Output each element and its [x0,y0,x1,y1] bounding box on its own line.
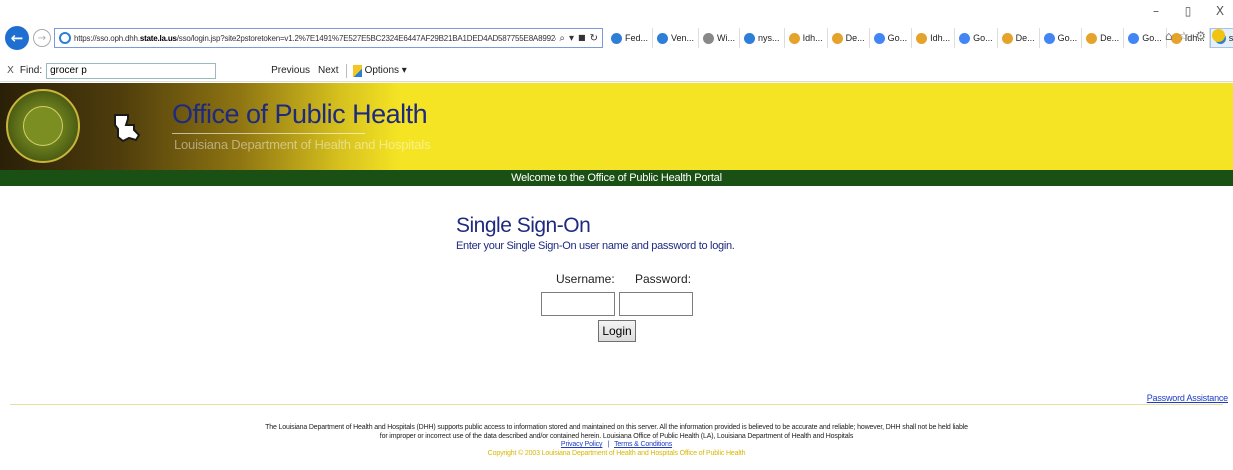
tab-label: Go... [973,33,993,43]
find-input[interactable] [46,62,217,79]
tab-favicon-icon [744,32,756,44]
welcome-text: Welcome to the Office of Public Health P… [511,172,722,184]
tab-label: De... [1015,33,1035,43]
feedback-smiley-icon[interactable] [1212,29,1225,42]
footer-link-separator: | [607,441,610,448]
tab-favicon-icon [611,32,622,44]
browser-tab[interactable]: nys... [740,28,785,48]
address-bar-row: ← → https://sso.oph.dhh.state.la.us/sso/… [0,24,1233,58]
settings-icon[interactable]: ⚙ [1195,29,1206,43]
back-arrow-icon: ← [10,29,24,47]
tab-favicon-icon [873,32,885,44]
tab-favicon-icon [703,32,715,44]
forward-arrow-icon: → [37,32,47,44]
browser-tab[interactable]: Ven... [653,28,700,48]
footer-disclaimer-line2: for improper or incorrect use of the dat… [379,432,854,440]
louisiana-state-icon [114,114,141,143]
search-icon[interactable]: ⌕ [559,33,565,44]
login-instructions: Enter your Single Sign-On user name and … [456,240,735,252]
browser-tab[interactable]: Fed... [607,28,654,48]
site-title: Office of Public Health [172,99,428,129]
tab-favicon-icon [1086,32,1098,44]
footer-disclaimer-line1: The Louisiana Department of Health and H… [265,424,968,431]
privacy-policy-link[interactable]: Privacy Policy [561,441,603,448]
browser-toolbar-icons: ⌂ ☆ ⚙ [1165,29,1225,43]
terms-conditions-link[interactable]: Terms & Conditions [614,441,672,448]
minimize-button[interactable]: – [1149,4,1163,18]
find-label: Find: [19,65,43,76]
tab-favicon-icon [1128,32,1140,44]
footer-copyright: Copyright © 2003 Louisiana Department of… [487,449,746,457]
username-label: Username: [556,272,615,286]
find-options-button[interactable]: Options ▾ [352,64,407,77]
title-underline [172,133,365,134]
tab-label: nys... [758,33,780,43]
tab-label: Go... [1057,33,1078,43]
home-icon[interactable]: ⌂ [1165,29,1173,43]
tab-favicon-icon [788,32,800,44]
tab-favicon-icon [959,32,971,44]
find-previous-button[interactable]: Previous [271,65,310,76]
restore-button[interactable]: ▯ [1181,4,1195,18]
refresh-icon[interactable]: ↻ [590,33,598,44]
window-controls: – ▯ X [1149,4,1227,18]
tab-label: s... [1228,33,1233,43]
welcome-bar: Welcome to the Office of Public Health P… [0,170,1233,186]
footer-links: Privacy Policy | Terms & Conditions [0,441,1233,450]
tab-label: De... [845,33,865,43]
oph-seal-logo [6,89,80,163]
favorites-icon[interactable]: ☆ [1178,29,1189,43]
browser-tab[interactable]: Idh... [912,28,956,48]
tab-favicon-icon [831,32,843,44]
site-banner: Office of Public Health Louisiana Depart… [0,83,1233,170]
tab-favicon-icon [1043,32,1055,44]
site-favicon-icon [59,32,71,44]
find-next-button[interactable]: Next [318,65,339,76]
browser-tab[interactable]: Go... [1124,28,1167,48]
forward-button[interactable]: → [33,29,51,47]
address-bar-tools: ⌕ ▾ ■ ↻ [559,33,598,44]
tab-favicon-icon [916,32,928,44]
tab-label: De... [1100,33,1120,43]
password-assistance-link[interactable]: Password Assistance [1147,393,1228,403]
url-text[interactable]: https://sso.oph.dhh.state.la.us/sso/logi… [74,34,556,43]
address-bar[interactable]: https://sso.oph.dhh.state.la.us/sso/logi… [54,28,603,48]
chevron-down-icon[interactable]: ▾ [569,33,574,44]
tab-label: Go... [887,33,908,43]
footer-divider [10,404,1223,405]
browser-tab[interactable]: Go... [870,28,913,48]
browser-tab[interactable]: Go... [955,28,998,48]
browser-tab[interactable]: De... [998,28,1040,48]
browser-tab[interactable]: Go... [1040,28,1083,48]
browser-tab[interactable]: Wi... [699,28,741,48]
find-bar: X Find: Previous Next Options ▾ [0,60,1233,82]
highlight-pencil-icon [352,64,362,77]
close-window-button[interactable]: X [1213,4,1227,18]
tab-favicon-icon [657,32,669,44]
password-label: Password: [635,272,692,286]
tab-label: Ven... [671,33,695,43]
find-close-icon[interactable]: X [7,65,14,76]
password-input[interactable] [619,292,693,316]
footer: The Louisiana Department of Health and H… [0,424,1233,458]
tab-label: Fed... [625,33,649,43]
back-button[interactable]: ← [5,26,29,50]
browser-tab[interactable]: De... [828,28,870,48]
page-title: Single Sign-On [456,214,591,237]
tab-label: Wi... [717,33,736,43]
find-options-label: Options ▾ [364,65,407,76]
tab-label: Go... [1142,33,1162,43]
find-divider [345,63,347,78]
tab-favicon-icon [1001,32,1013,44]
browser-tab[interactable]: Idh... [785,28,828,48]
login-button[interactable]: Login [598,320,636,342]
site-subtitle: Louisiana Department of Health and Hospi… [174,137,431,152]
browser-tab[interactable]: De... [1082,28,1125,48]
tab-label: Idh... [930,33,951,43]
tab-label: Idh... [802,33,823,43]
lock-icon[interactable]: ■ [578,33,586,44]
username-input[interactable] [541,292,615,316]
tab-strip: Fed... Ven... Wi... nys... Idh... De... Go... I… [607,28,1233,48]
